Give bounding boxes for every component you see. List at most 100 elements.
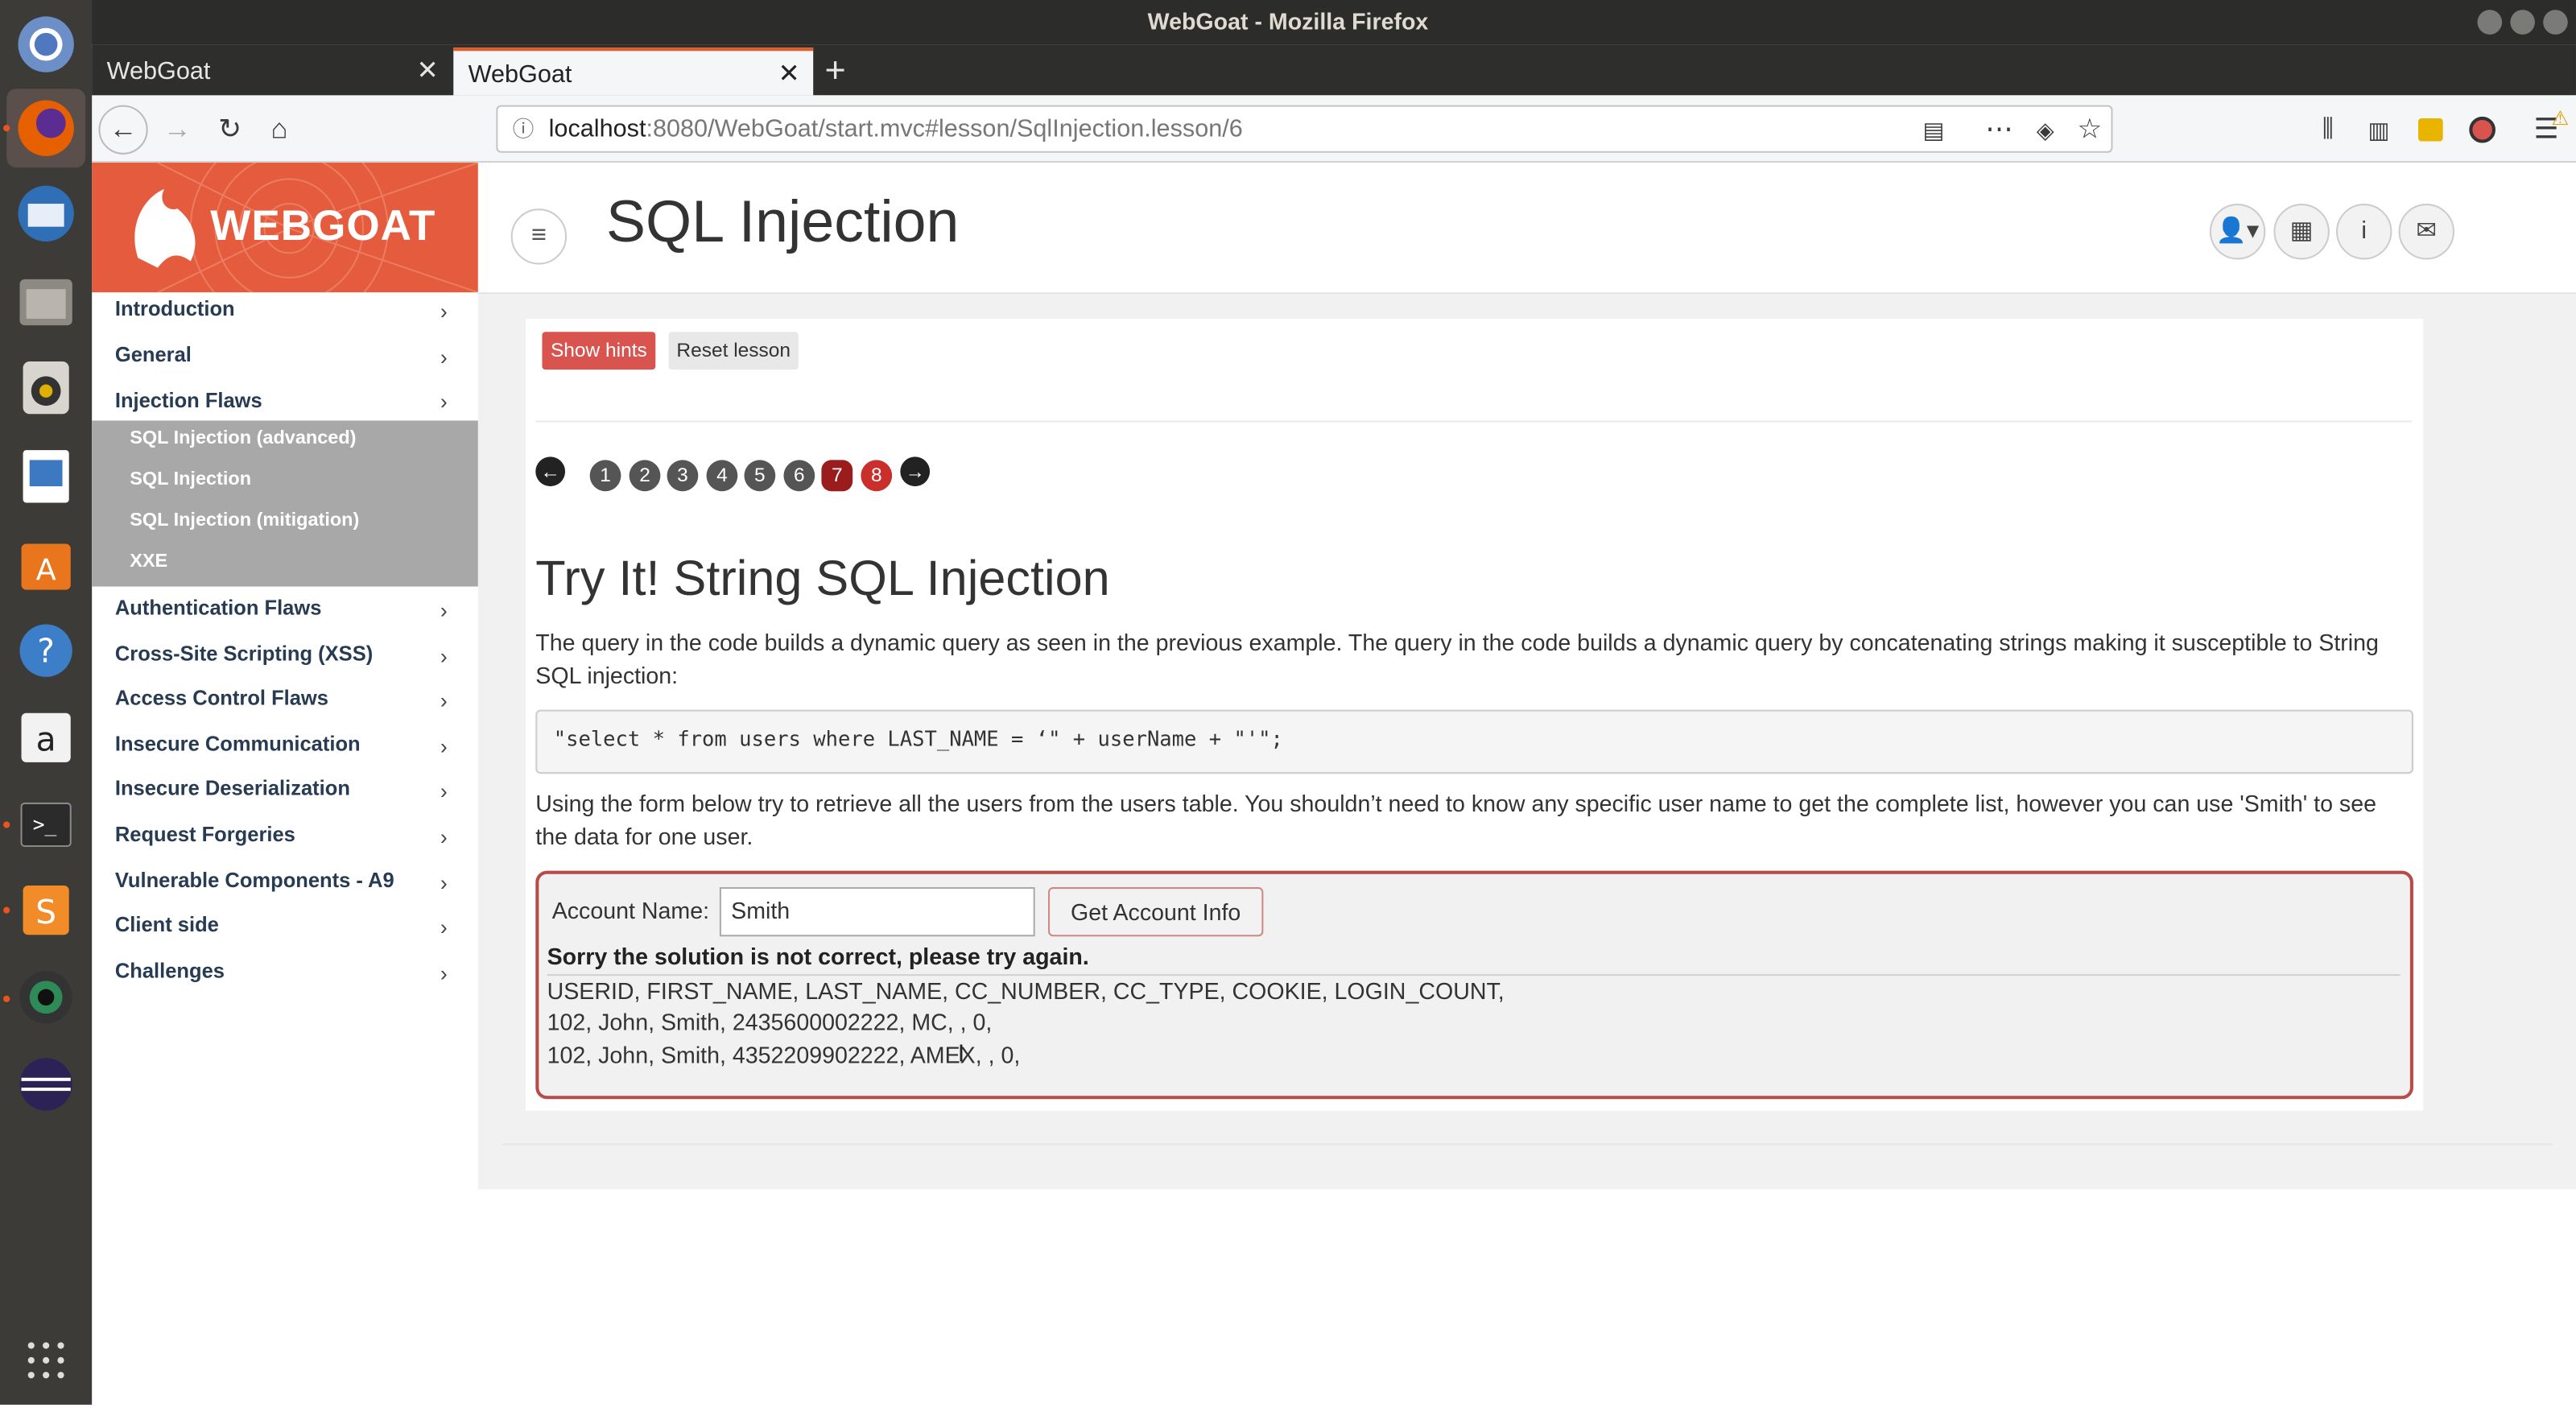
running-indicator — [3, 995, 10, 1002]
sidebar-item-xss[interactable]: Cross-Site Scripting (XSS) — [115, 642, 373, 666]
sidebar-item-challenges[interactable]: Challenges — [115, 960, 225, 983]
chevron-right-icon: › — [440, 597, 448, 623]
extension-blocker-icon[interactable] — [2469, 116, 2496, 143]
page-link-4[interactable]: 4 — [706, 460, 738, 492]
page-link-2[interactable]: 2 — [629, 460, 661, 492]
report-card-icon[interactable]: ▦ — [2273, 204, 2330, 260]
menu-toggle-icon[interactable]: ≡ — [510, 209, 568, 265]
thunderbird-launcher-icon[interactable] — [6, 174, 85, 253]
bookmark-star-icon[interactable]: ☆ — [2066, 107, 2112, 153]
sidebar-item-insecure-communication[interactable]: Insecure Communication — [115, 733, 361, 756]
back-icon[interactable]: ← — [98, 105, 148, 155]
svg-text:A: A — [36, 552, 56, 587]
library-icon[interactable]: ⫼ — [2305, 107, 2351, 153]
reader-view-icon[interactable]: ▤ — [1910, 107, 1956, 153]
close-window-button[interactable] — [2543, 10, 2568, 35]
get-account-info-button[interactable]: Get Account Info — [1048, 887, 1264, 937]
tab-label: WebGoat — [468, 60, 572, 89]
sidebar-item-general[interactable]: General — [115, 344, 192, 367]
divider — [547, 974, 2401, 977]
sidebar-item-authentication-flaws[interactable]: Authentication Flaws — [115, 597, 322, 620]
running-indicator — [3, 821, 10, 828]
page-link-3[interactable]: 3 — [667, 460, 699, 492]
sidebar-item-vulnerable-components[interactable]: Vulnerable Components - A9 — [115, 869, 394, 893]
page-title: SQL Injection — [606, 187, 960, 255]
tab-label: WebGoat — [106, 57, 211, 86]
url-bar[interactable]: ⓘ localhost:8080/WebGoat/start.mvc#lesso… — [496, 105, 2113, 153]
sidebar-item-request-forgeries[interactable]: Request Forgeries — [115, 823, 295, 846]
terminal-launcher-icon[interactable]: >_ — [6, 786, 85, 865]
window-title: WebGoat - Mozilla Firefox — [1147, 8, 1429, 35]
next-page-icon[interactable]: → — [900, 456, 931, 487]
page-link-8[interactable]: 8 — [861, 460, 893, 492]
code-snippet: "select * from users where LAST_NAME = ‘… — [535, 709, 2413, 774]
close-tab-icon[interactable]: ✕ — [417, 47, 439, 95]
site-info-icon[interactable]: ⓘ — [513, 107, 535, 151]
page-actions-icon[interactable]: ⋯ — [1976, 107, 2022, 153]
page-link-1[interactable]: 1 — [589, 460, 621, 492]
page-link-7-current[interactable]: 7 — [821, 460, 853, 492]
goat-logo-icon — [134, 188, 196, 268]
image-viewer-launcher-icon[interactable] — [6, 437, 85, 516]
page-link-5[interactable]: 5 — [744, 460, 776, 492]
sidebar-item-access-control-flaws[interactable]: Access Control Flaws — [115, 687, 328, 710]
camera-launcher-icon[interactable] — [6, 958, 85, 1037]
sidebar-item-introduction[interactable]: Introduction — [115, 297, 235, 320]
pocket-icon[interactable]: ◈ — [2022, 107, 2068, 153]
svg-text:>_: >_ — [33, 813, 57, 836]
tab-webgoat-1[interactable]: WebGoat ✕ — [92, 47, 452, 96]
svg-text:?: ? — [37, 631, 55, 670]
reload-icon[interactable]: ↻ — [207, 107, 253, 153]
previous-page-icon[interactable]: ← — [535, 456, 566, 487]
forward-icon[interactable]: → — [155, 107, 200, 153]
output-line: 102, John, Smith, 2435600002222, MC, , 0… — [547, 1009, 993, 1035]
chevron-right-icon: › — [440, 345, 448, 370]
chromium-launcher-icon[interactable] — [6, 5, 85, 84]
show-hints-button[interactable]: Show hints — [542, 332, 656, 370]
contact-mail-icon[interactable]: ✉ — [2398, 204, 2454, 260]
account-name-input[interactable]: Smith — [719, 887, 1035, 937]
minimize-button[interactable] — [2477, 10, 2503, 35]
rhythmbox-launcher-icon[interactable] — [6, 349, 85, 427]
sublime-text-launcher-icon[interactable]: S — [6, 871, 85, 950]
sidebar-item-client-side[interactable]: Client side — [115, 914, 219, 937]
sidebar-item-insecure-deserialization[interactable]: Insecure Deserialization — [115, 777, 350, 800]
extension-icon[interactable] — [2418, 118, 2443, 142]
running-indicator — [3, 125, 10, 132]
page-link-6[interactable]: 6 — [783, 460, 815, 492]
firefox-launcher-icon[interactable] — [6, 89, 86, 168]
reset-lesson-button[interactable]: Reset lesson — [668, 332, 799, 370]
chevron-right-icon: › — [440, 688, 448, 713]
url-path: :8080/WebGoat/start.mvc#lesson/SqlInject… — [646, 114, 1243, 143]
close-tab-icon[interactable]: ✕ — [778, 51, 800, 98]
user-menu-icon[interactable]: 👤▾ — [2209, 204, 2266, 260]
software-center-launcher-icon[interactable]: A — [6, 524, 85, 603]
new-tab-icon[interactable]: + — [824, 49, 845, 92]
chevron-right-icon: › — [440, 778, 448, 803]
submenu-item-sql-injection[interactable]: SQL Injection — [130, 470, 251, 489]
lesson-instructions: Using the form below try to retrieve all… — [535, 790, 2377, 849]
window-titlebar: WebGoat - Mozilla Firefox — [0, 0, 2576, 45]
eclipse-launcher-icon[interactable] — [6, 1045, 85, 1124]
submenu-item-sql-injection-mitigation[interactable]: SQL Injection (mitigation) — [130, 511, 359, 531]
brand-name: WEBGOAT — [210, 200, 436, 250]
files-launcher-icon[interactable] — [6, 263, 85, 342]
url-host: localhost — [548, 114, 646, 143]
submenu-item-sql-injection-advanced[interactable]: SQL Injection (advanced) — [130, 429, 356, 448]
chevron-right-icon: › — [440, 299, 448, 324]
about-info-icon[interactable]: i — [2336, 204, 2392, 260]
output-line: USERID, FIRST_NAME, LAST_NAME, CC_NUMBER… — [547, 977, 1505, 1004]
sidebar-item-injection-flaws[interactable]: Injection Flaws — [115, 390, 262, 413]
tab-webgoat-2[interactable]: WebGoat ✕ — [453, 47, 814, 98]
chevron-right-icon: › — [440, 734, 448, 759]
svg-text:a: a — [36, 721, 56, 759]
sidebar-toggle-icon[interactable]: ▥ — [2356, 107, 2402, 153]
home-icon[interactable]: ⌂ — [256, 107, 302, 153]
show-applications-icon[interactable] — [6, 1321, 85, 1400]
output-line: 102, John, Smith, 4352209902222, AMEX, ,… — [547, 1041, 1021, 1068]
feedback-message: Sorry the solution is not correct, pleas… — [547, 943, 1089, 970]
submenu-item-xxe[interactable]: XXE — [130, 552, 167, 572]
help-launcher-icon[interactable]: ? — [6, 611, 85, 690]
maximize-button[interactable] — [2510, 10, 2535, 35]
amazon-launcher-icon[interactable]: a — [6, 698, 85, 777]
